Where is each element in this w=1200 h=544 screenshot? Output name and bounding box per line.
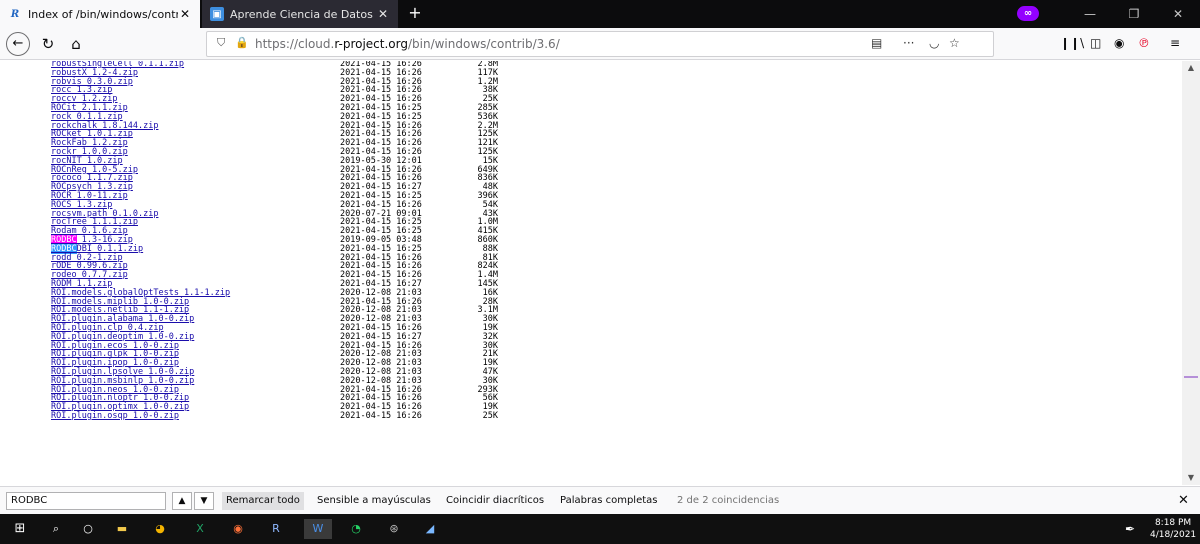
r-logo-icon: R — [10, 8, 20, 20]
whatsapp-icon[interactable]: ◔ — [346, 519, 366, 539]
minimize-button[interactable]: — — [1068, 0, 1112, 28]
tab-title: Aprende Ciencia de Datos c — [230, 7, 376, 21]
photos-icon[interactable]: ◢ — [420, 519, 440, 539]
find-input[interactable]: RODBC — [6, 492, 166, 510]
restore-button[interactable]: ❐ — [1112, 0, 1156, 28]
scroll-down-arrow[interactable]: ▼ — [1182, 471, 1200, 485]
navigation-bar: ← ↻ ⌂ ⛉ 🔒 https://cloud.r-project.org/bi… — [0, 28, 1200, 60]
site-icon: ▣ — [210, 7, 224, 21]
home-button[interactable]: ⌂ — [64, 32, 88, 56]
close-find-bar-button[interactable]: ✕ — [1178, 493, 1189, 508]
highlight-all-toggle[interactable]: Remarcar todo — [222, 492, 304, 510]
directory-listing: robustSingleCell_0.1.1.zip 2021-04-15 16:… — [0, 61, 1182, 485]
pinterest-icon[interactable]: ℗ — [1138, 36, 1150, 50]
library-icon[interactable]: ❙❙\ — [1060, 36, 1084, 50]
menu-icon[interactable]: ≡ — [1170, 36, 1180, 50]
lock-icon[interactable]: 🔒 — [235, 36, 249, 49]
url-bar[interactable]: ⛉ 🔒 https://cloud.r-project.org/bin/wind… — [206, 31, 994, 57]
tab-r-index[interactable]: R Index of /bin/windows/contr ✕ — [0, 0, 200, 28]
shield-icon[interactable]: ⛉ — [217, 36, 225, 50]
find-previous-button[interactable]: ▲ — [172, 492, 192, 510]
pocket-icon[interactable]: ◡ — [929, 36, 939, 50]
account-icon[interactable]: ◉ — [1114, 36, 1124, 50]
tab-title: Index of /bin/windows/contr — [28, 7, 178, 21]
r-app-icon[interactable]: R — [266, 519, 286, 539]
tab-strip: R Index of /bin/windows/contr ✕ ▣ Aprend… — [0, 0, 1200, 28]
find-next-button[interactable]: ▼ — [194, 492, 214, 510]
match-diacritics-toggle[interactable]: Coincidir diacríticos — [446, 495, 544, 506]
system-clock[interactable]: 8:18 PM 4/18/2021 — [1150, 517, 1196, 541]
sidebar-icon[interactable]: ◫ — [1090, 36, 1101, 50]
close-tab-icon[interactable]: ✕ — [376, 7, 390, 21]
bookmark-star-icon[interactable]: ☆ — [949, 36, 960, 50]
pen-icon[interactable]: ✒ — [1125, 522, 1135, 536]
new-tab-button[interactable]: + — [404, 3, 426, 25]
page-actions-button[interactable]: ··· — [903, 36, 914, 50]
task-view-icon[interactable]: ○ — [78, 519, 98, 539]
find-match-marker — [1184, 376, 1198, 378]
excel-icon[interactable]: X — [190, 519, 210, 539]
back-button[interactable]: ← — [6, 32, 30, 56]
file-link[interactable]: ROI.plugin.osqp_1.0-0.zip — [51, 412, 179, 421]
windows-start-icon[interactable]: ⊞ — [10, 519, 30, 539]
modified-date: 2021-04-15 16:26 — [340, 411, 422, 421]
word-icon[interactable]: W — [304, 519, 332, 539]
match-case-toggle[interactable]: Sensible a mayúsculas — [317, 495, 431, 506]
find-bar: RODBC ▲ ▼ Remarcar todo Sensible a mayús… — [0, 486, 1200, 514]
file-explorer-icon[interactable]: ▬ — [112, 519, 132, 539]
chrome-icon[interactable]: ◕ — [150, 519, 170, 539]
url-host: r-project.org — [334, 37, 408, 51]
reload-button[interactable]: ↻ — [36, 32, 60, 56]
whole-words-toggle[interactable]: Palabras completas — [560, 495, 658, 506]
windows-taskbar: ⊞ ⌕ ○ ▬ ◕ X ◉ R W ◔ ⊛ ◢ ✒ 8:18 PM 4/18/2… — [0, 514, 1200, 544]
private-browsing-icon: ∞ — [1017, 6, 1039, 21]
scroll-up-arrow[interactable]: ▲ — [1182, 61, 1200, 75]
tab-aprende[interactable]: ▣ Aprende Ciencia de Datos c ✕ — [202, 0, 398, 28]
close-window-button[interactable]: ✕ — [1156, 0, 1200, 28]
firefox-icon[interactable]: ◉ — [228, 519, 248, 539]
close-tab-icon[interactable]: ✕ — [178, 7, 192, 21]
vertical-scrollbar[interactable]: ▲ ▼ — [1182, 61, 1200, 485]
app-icon[interactable]: ⊛ — [384, 519, 404, 539]
url-text[interactable]: https://cloud.r-project.org/bin/windows/… — [255, 37, 560, 51]
clock-time: 8:18 PM — [1154, 518, 1192, 528]
url-path: /bin/windows/contrib/3.6/ — [407, 37, 560, 51]
find-status: 2 de 2 coincidencias — [677, 495, 780, 506]
file-size: 25K — [482, 411, 498, 421]
search-icon[interactable]: ⌕ — [46, 519, 66, 539]
url-prefix: https://cloud. — [255, 37, 335, 51]
clock-date: 4/18/2021 — [1150, 530, 1197, 540]
reader-view-icon[interactable]: ▤ — [871, 36, 882, 50]
